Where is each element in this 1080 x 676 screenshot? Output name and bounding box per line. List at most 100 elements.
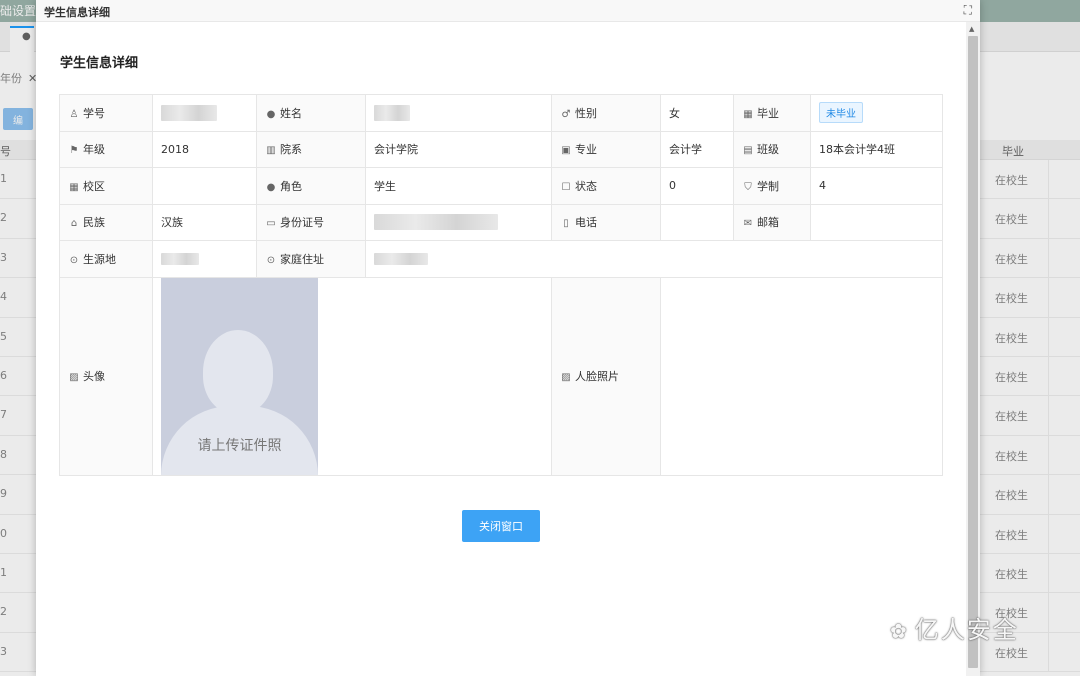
phone-icon: ▯ (563, 218, 569, 230)
gender-label: 性别 (575, 106, 597, 120)
college-label: 院系 (280, 143, 302, 157)
duration-label-cell: ⛉ 学制 (733, 167, 811, 205)
id-card-icon: ▭ (266, 218, 276, 230)
institution-icon: ▥ (266, 145, 276, 157)
student-detail-dialog: 学生信息详细 ⛶ 学生信息详细 ♙ 学号 ● 姓名 ♂ 性别 女 ▦ 毕业 未毕业 ⚑ 年… (36, 0, 980, 676)
phone-label: 电话 (575, 216, 597, 230)
gender-value: 女 (660, 94, 734, 132)
class-value: 18本会计学4班 (810, 130, 943, 168)
name-label-cell: ● 姓名 (256, 94, 366, 132)
duration-value: 4 (810, 167, 943, 205)
grade-label-cell: ⚑ 年级 (59, 130, 153, 168)
class-label: 班级 (757, 143, 779, 157)
graduation-label: 毕业 (757, 106, 779, 120)
redacted-id-card (374, 214, 498, 231)
image-icon: ▨ (561, 372, 571, 383)
major-value: 会计学 (660, 130, 734, 168)
graduation-label-cell: ▦ 毕业 (733, 94, 811, 132)
bookmark-icon: ⛉ (744, 181, 752, 193)
state-label: 状态 (575, 179, 597, 193)
avatar-upload-caption: 请上传证件照 (197, 437, 282, 454)
redacted-student-id (161, 104, 217, 121)
address-label: 家庭住址 (280, 252, 324, 266)
major-label-cell: ▣ 专业 (551, 130, 661, 168)
user-icon: ● (266, 181, 276, 193)
info-row: ⌂ 民族 汉族 ▭ 身份证号 ▯ 电话 ✉ 邮箱 (59, 203, 943, 241)
address-label-cell: ⊙ 家庭住址 (256, 240, 366, 278)
student-info-table: ♙ 学号 ● 姓名 ♂ 性别 女 ▦ 毕业 未毕业 ⚑ 年级 2018 ▥ 院系 会计学院 … (59, 94, 943, 476)
redacted-origin (161, 253, 199, 266)
face-photo-label-cell: ▨ 人脸照片 (551, 276, 661, 476)
dialog-body: 学生信息详细 ♙ 学号 ● 姓名 ♂ 性别 女 ▦ 毕业 未毕业 ⚑ 年级 2018 ▥ 院… (36, 22, 966, 676)
info-row: ♙ 学号 ● 姓名 ♂ 性别 女 ▦ 毕业 未毕业 (59, 94, 943, 132)
silhouette-head (203, 329, 273, 414)
home-icon: ⌂ (70, 218, 78, 230)
phone-value (660, 203, 734, 241)
origin-label-cell: ⊙ 生源地 (59, 240, 153, 278)
maximize-icon[interactable]: ⛶ (964, 3, 972, 18)
college-label-cell: ▥ 院系 (256, 130, 366, 168)
email-label: 邮箱 (757, 216, 779, 230)
status-icon: ☐ (561, 181, 571, 193)
id-card-label-cell: ▭ 身份证号 (256, 203, 366, 241)
wechat-icon: ✿ (890, 619, 909, 643)
face-photo-cell (660, 276, 943, 476)
image-icon: ▨ (69, 372, 79, 383)
dialog-scrollbar[interactable]: ▲ (966, 22, 980, 676)
section-title: 学生信息详细 (60, 56, 139, 71)
graduation-badge: 未毕业 (819, 102, 863, 124)
avatar-label-cell: ▨ 头像 (59, 276, 153, 476)
photo-row: ▨ 头像 请上传证件照 ▨ 人脸照片 (59, 276, 943, 476)
briefcase-icon: ▣ (561, 145, 571, 157)
email-label-cell: ✉ 邮箱 (733, 203, 811, 241)
scroll-up-icon[interactable]: ▲ (969, 25, 974, 33)
class-icon: ▤ (743, 145, 753, 157)
id-card-value (365, 203, 552, 241)
avatar-cell: 请上传证件照 (152, 276, 552, 476)
user-outline-icon: ♙ (69, 108, 79, 120)
info-row: ⊙ 生源地 ⊙ 家庭住址 (59, 240, 943, 278)
origin-label: 生源地 (83, 252, 116, 266)
campus-label-cell: ▦ 校区 (59, 167, 153, 205)
id-card-label: 身份证号 (280, 216, 324, 230)
role-value: 学生 (365, 167, 552, 205)
close-window-button[interactable]: 关闭窗口 (462, 510, 540, 542)
redacted-address (374, 253, 428, 266)
ethnicity-label-cell: ⌂ 民族 (59, 203, 153, 241)
scrollbar-thumb[interactable] (968, 36, 978, 668)
ethnicity-label: 民族 (83, 216, 105, 230)
face-photo-label: 人脸照片 (575, 370, 619, 383)
ethnicity-value: 汉族 (152, 203, 257, 241)
role-label-cell: ● 角色 (256, 167, 366, 205)
origin-value (152, 240, 257, 278)
dialog-title: 学生信息详细 (44, 6, 110, 19)
campus-icon: ▦ (69, 181, 79, 193)
dialog-titlebar[interactable]: 学生信息详细 ⛶ (36, 0, 980, 22)
name-label: 姓名 (280, 106, 302, 120)
duration-label: 学制 (757, 179, 779, 193)
watermark-text: 亿人安全 (914, 616, 1019, 644)
campus-label: 校区 (83, 179, 105, 193)
class-label-cell: ▤ 班级 (733, 130, 811, 168)
flag-icon: ⚑ (69, 145, 79, 157)
college-value: 会计学院 (365, 130, 552, 168)
gender-label-cell: ♂ 性别 (551, 94, 661, 132)
role-label: 角色 (280, 179, 302, 193)
state-label-cell: ☐ 状态 (551, 167, 661, 205)
location-icon: ⊙ (266, 254, 276, 266)
state-value: 0 (660, 167, 734, 205)
male-icon: ♂ (561, 108, 571, 120)
graduation-value: 未毕业 (810, 94, 943, 132)
redacted-name (374, 104, 410, 121)
avatar-placeholder[interactable]: 请上传证件照 (161, 277, 318, 475)
email-value (810, 203, 943, 241)
name-value (365, 94, 552, 132)
location-icon: ⊙ (69, 254, 79, 266)
watermark: ✿ 亿人安全 (890, 610, 1019, 645)
major-label: 专业 (575, 143, 597, 157)
student-id-label: 学号 (83, 106, 105, 120)
address-value (365, 240, 943, 278)
info-row: ⚑ 年级 2018 ▥ 院系 会计学院 ▣ 专业 会计学 ▤ 班级 18本会计学4班 (59, 130, 943, 168)
student-id-value (152, 94, 257, 132)
student-id-label-cell: ♙ 学号 (59, 94, 153, 132)
